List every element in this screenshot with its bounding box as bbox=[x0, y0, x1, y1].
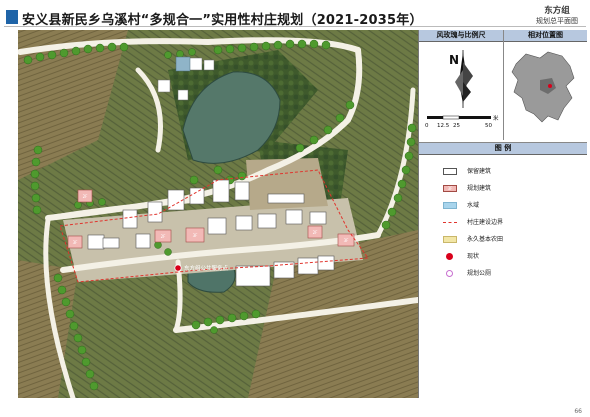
farmland-swatch bbox=[443, 236, 457, 243]
legend-label: 水域 bbox=[467, 202, 480, 209]
side-panel: 风玫瑰与比例尺 N 0 12.5 25 50 米 相对位置图 图 例 保留建筑 … bbox=[418, 30, 587, 398]
current-dot-icon bbox=[446, 253, 453, 260]
location-map-svg bbox=[511, 51, 575, 123]
storey-tag: 2F bbox=[313, 230, 319, 235]
page-number: 66 bbox=[574, 408, 582, 415]
location-marker bbox=[548, 84, 552, 88]
scale-label: 12.5 bbox=[437, 123, 450, 129]
legend-label: 村庄建设边界 bbox=[467, 219, 504, 226]
plan-map: 3F 2F 3F 2F 2F 3F 东方组公共服务点 bbox=[18, 30, 418, 398]
planned-building-swatch: 3F bbox=[443, 185, 457, 192]
legend-label: 规划公厕 bbox=[467, 270, 492, 277]
service-point-label: 东方组公共服务点 bbox=[184, 264, 229, 272]
compass-panel-heading: 风玫瑰与比例尺 bbox=[419, 30, 503, 42]
storey-tag: 3F bbox=[193, 233, 199, 238]
blue-roof-building bbox=[175, 56, 191, 72]
village-name: 东方组 bbox=[544, 6, 570, 16]
compass-scale-svg: N 0 12.5 25 50 米 bbox=[425, 50, 499, 129]
storey-tag: 3F bbox=[73, 240, 79, 245]
legend-panel: 图 例 保留建筑 3F 规划建筑 水域 村庄建设边界 永久基本农田 现状 规划公… bbox=[419, 142, 587, 399]
sheet-name: 规划总平面图 bbox=[536, 17, 578, 25]
storey-tag: 2F bbox=[161, 234, 167, 239]
title-bar: 安义县新民乡乌溪村“多规合一”实用性村庄规划（2021-2035年） 东方组 规… bbox=[4, 4, 586, 28]
service-point-marker bbox=[174, 264, 182, 272]
legend-label: 保留建筑 bbox=[467, 168, 492, 175]
scale-label: 0 bbox=[425, 123, 429, 129]
storey-tag: 2F bbox=[83, 194, 89, 199]
north-label: N bbox=[449, 53, 459, 67]
title-accent-block bbox=[6, 10, 18, 24]
sheet-info: 东方组 规划总平面图 bbox=[536, 6, 578, 26]
legend-label: 规划建筑 bbox=[467, 185, 492, 192]
location-panel-heading: 相对位置图 bbox=[504, 30, 587, 42]
location-panel: 相对位置图 bbox=[504, 30, 587, 140]
water-swatch bbox=[443, 202, 457, 209]
title-divider bbox=[4, 26, 586, 27]
boundary-line-swatch bbox=[443, 222, 457, 223]
storey-tag: 3F bbox=[344, 238, 350, 243]
legend-heading: 图 例 bbox=[419, 143, 587, 155]
aerial-plan-svg: 3F 2F 3F 2F 2F 3F 东方组公共服务点 bbox=[18, 30, 418, 398]
legend-label: 永久基本农田 bbox=[467, 236, 504, 243]
retained-building-swatch bbox=[443, 168, 457, 175]
compass-panel: 风玫瑰与比例尺 N 0 12.5 25 50 米 bbox=[419, 30, 504, 140]
scale-bar bbox=[427, 115, 491, 120]
scale-label: 25 bbox=[453, 123, 460, 129]
scale-label: 50 bbox=[485, 123, 492, 129]
legend-label: 现状 bbox=[467, 253, 480, 260]
scale-unit: 米 bbox=[493, 114, 499, 122]
toilet-icon bbox=[446, 270, 453, 277]
